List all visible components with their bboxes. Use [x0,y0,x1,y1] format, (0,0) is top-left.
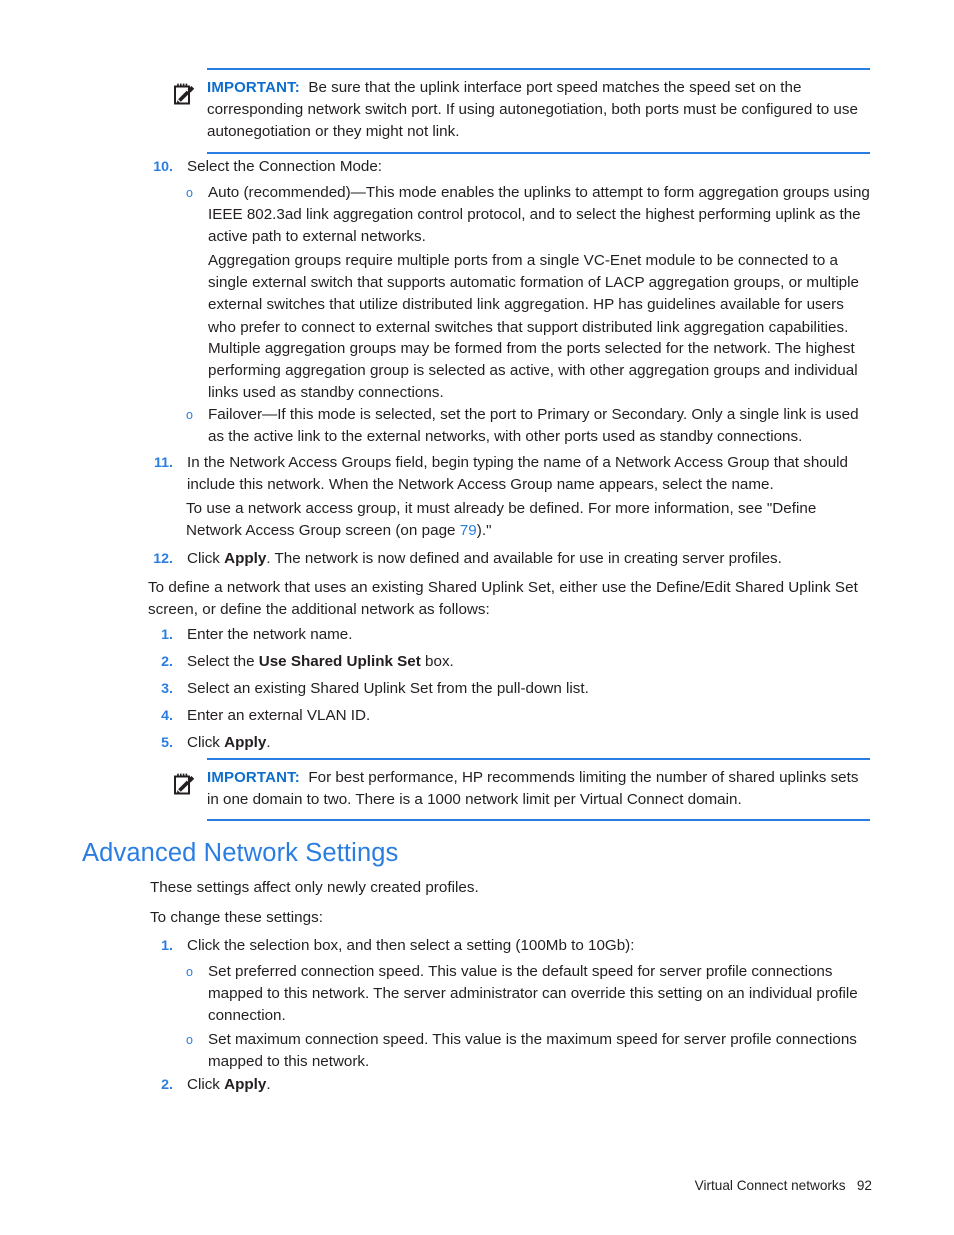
sul-step-4: 4. Enter an external VLAN ID. [148,705,873,727]
note-text-content: Be sure that the uplink interface port s… [207,79,858,141]
advanced-step-2-before: Click [187,1076,225,1093]
step-11-text: In the Network Access Groups field, begi… [187,454,849,494]
step-12-text-before: Click [187,550,225,567]
footer-spacer [846,1178,857,1193]
advanced-paragraph-1: These settings affect only newly created… [150,879,479,896]
document-page: IMPORTANT: Be sure that the uplink inter… [0,0,954,1235]
sul-step-3: 3. Select an existing Shared Uplink Set … [148,678,873,700]
footer-page-number: 92 [856,1178,872,1193]
sul-step-5-number: 5. [161,735,173,751]
advanced-step-2-text: Click Apply. [187,1074,271,1096]
step-11-paragraph-before: To use a network access group, it must a… [186,500,817,540]
footer-chapter-title: Virtual Connect networks [694,1178,846,1193]
sul-step-2-after: box. [420,653,454,670]
note-pencil-icon [163,68,207,108]
note-body: IMPORTANT: Be sure that the uplink inter… [207,68,870,154]
sul-step-1-number: 1. [161,627,173,643]
step-11-paragraph-after: )." [476,522,492,540]
step-11-paragraph: To use a network access group, it must a… [186,498,870,542]
advanced-step-1-sub-1: o Set preferred connection speed. This v… [186,961,873,1028]
sul-step-1-before: Enter the network name. [187,626,353,643]
important-note-1: IMPORTANT: Be sure that the uplink inter… [163,68,870,154]
note-body: IMPORTANT: For best performance, HP reco… [207,758,870,822]
sul-step-4-before: Enter an external VLAN ID. [187,707,371,724]
step-10-paragraph-2: Multiple aggregation groups may be forme… [208,340,858,402]
sul-step-2-number: 2. [161,654,173,670]
step-12-text-after: . The network is now defined and availab… [266,550,782,567]
use-shared-uplink-set-checkbox-label: Use Shared Uplink Set [258,653,421,670]
step-10-text: Select the Connection Mode: [187,158,383,175]
apply-button-reference: Apply [224,550,267,567]
step-10-sub-2-text: Failover—If this mode is selected, set t… [208,406,859,446]
sul-step-2-text: Select the Use Shared Uplink Set box. [187,651,454,673]
sul-step-3-before: Select an existing Shared Uplink Set fro… [187,680,589,697]
advanced-step-2-after: . [266,1076,271,1093]
sub-bullet-icon: o [186,965,193,979]
sul-step-2: 2. Select the Use Shared Uplink Set box. [148,651,873,673]
sul-step-5-after: . [266,734,271,751]
sul-step-1-text: Enter the network name. [187,624,352,646]
note-label: IMPORTANT: [207,79,300,96]
note-label: IMPORTANT: [207,769,300,786]
sul-step-3-number: 3. [161,681,173,697]
advanced-paragraph-2: To change these settings: [150,909,323,926]
sul-step-2-before: Select the [187,653,259,670]
step-10-sub-1: o Auto (recommended)—This mode enables t… [186,182,873,249]
step-10-sub-2: o Failover—If this mode is selected, set… [186,404,873,448]
step-10-paragraph-1: Aggregation groups require multiple port… [208,252,859,336]
step-12-text: Click Apply. The network is now defined … [187,548,873,570]
step-12: 12. Click Apply. The network is now defi… [148,548,873,570]
shared-uplink-intro-paragraph: To define a network that uses an existin… [148,579,858,619]
advanced-step-2: 2. Click Apply. [148,1074,873,1096]
advanced-step-1-sub-2: o Set maximum connection speed. This val… [186,1029,873,1073]
sub-bullet-icon: o [186,1033,193,1047]
important-note-2: IMPORTANT: For best performance, HP reco… [163,758,870,822]
advanced-step-1-sub-2-text: Set maximum connection speed. This value… [208,1031,857,1071]
advanced-step-1: 1. Click the selection box, and then sel… [148,935,873,957]
note-text-content: For best performance, HP recommends limi… [207,769,859,809]
sul-step-4-number: 4. [161,708,173,724]
sul-step-5-text: Click Apply. [187,732,271,754]
step-10-sub-1-text: Auto (recommended)—This mode enables the… [208,184,870,246]
note-text: Be sure that the uplink interface port s… [207,79,858,140]
step-11: 11. In the Network Access Groups field, … [148,452,873,496]
sub-bullet-icon: o [186,408,193,422]
sul-step-1: 1. Enter the network name. [148,624,873,646]
apply-button-reference: Apply [224,734,267,751]
step-11-number: 11. [154,455,173,471]
section-heading-advanced-network-settings: Advanced Network Settings [82,839,399,867]
advanced-step-1-text: Click the selection box, and then select… [187,937,635,954]
advanced-step-1-sub-1-text: Set preferred connection speed. This val… [208,963,858,1025]
note-pencil-icon [163,758,207,798]
advanced-step-1-number: 1. [161,938,173,954]
sul-step-3-text: Select an existing Shared Uplink Set fro… [187,678,589,700]
sul-step-5-before: Click [187,734,225,751]
step-10-number: 10. [153,159,173,175]
sul-step-5: 5. Click Apply. [148,732,873,754]
step-10: 10. Select the Connection Mode: [148,156,873,178]
page-reference-link[interactable]: 79 [460,522,477,539]
sub-bullet-icon: o [186,186,193,200]
apply-button-reference: Apply [224,1076,267,1093]
note-text: For best performance, HP recommends limi… [207,769,858,808]
advanced-step-2-number: 2. [161,1077,173,1093]
step-12-number: 12. [153,551,173,567]
sul-step-4-text: Enter an external VLAN ID. [187,705,370,727]
page-footer: Virtual Connect networks 92 [0,1159,872,1213]
